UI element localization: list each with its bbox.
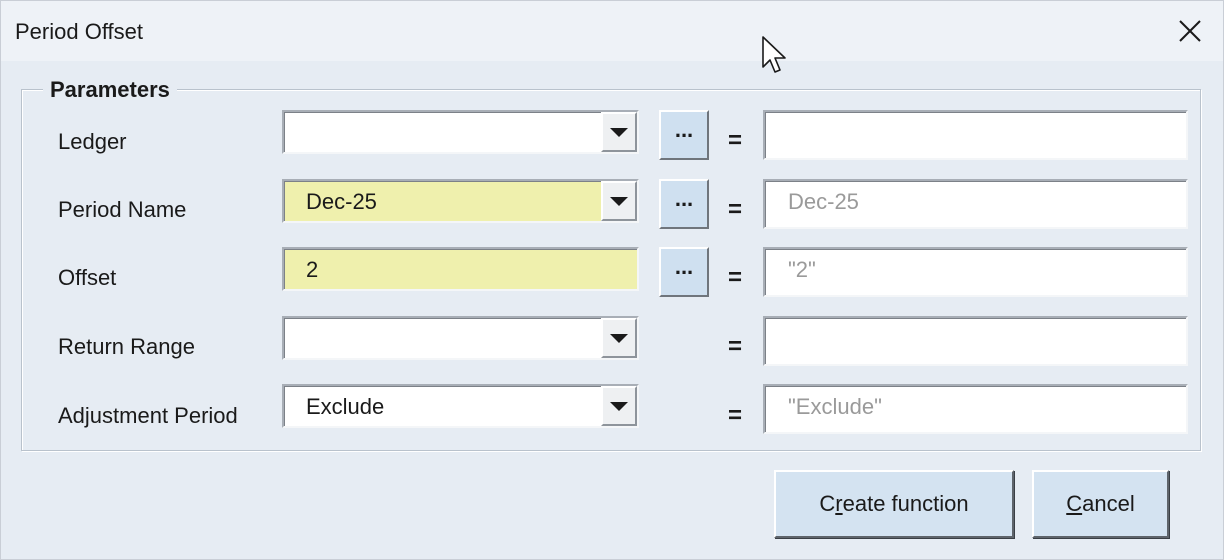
period-name-equals: = xyxy=(728,196,743,223)
create-function-label: Create function xyxy=(819,491,969,516)
adjustment-period-equals: = xyxy=(728,402,743,429)
period-name-dropdown-button[interactable] xyxy=(601,181,637,221)
adjustment-period-value: Exclude xyxy=(306,394,385,419)
offset-equals: = xyxy=(728,264,743,291)
adjustment-period-result-value: "Exclude" xyxy=(788,394,882,419)
adjustment-period-dropdown-button[interactable] xyxy=(601,386,637,426)
offset-input[interactable]: 2 xyxy=(282,247,639,291)
period-offset-dialog: Period Offset Parameters Ledger ... = Pe… xyxy=(0,0,1224,560)
period-name-result-value: Dec-25 xyxy=(788,189,859,214)
ledger-dropdown-button[interactable] xyxy=(601,112,637,152)
offset-label: Offset xyxy=(58,265,117,290)
return-range-equals: = xyxy=(728,333,743,360)
cancel-button[interactable]: Cancel xyxy=(1032,470,1169,538)
mouse-pointer-icon xyxy=(762,36,786,73)
return-range-label: Return Range xyxy=(58,334,195,359)
offset-result-field[interactable]: "2" xyxy=(763,247,1188,297)
ledger-label: Ledger xyxy=(58,129,127,154)
chevron-down-icon xyxy=(610,401,628,411)
period-name-value: Dec-25 xyxy=(306,189,377,214)
return-range-combobox[interactable] xyxy=(282,316,639,360)
ledger-picker-button[interactable]: ... xyxy=(659,110,709,160)
cancel-label: Cancel xyxy=(1066,491,1135,516)
window-title: Period Offset xyxy=(15,19,143,44)
return-range-result-field[interactable] xyxy=(763,316,1188,366)
chevron-down-icon xyxy=(610,127,628,137)
chevron-down-icon xyxy=(610,333,628,343)
close-icon xyxy=(1179,20,1201,42)
offset-result-value: "2" xyxy=(788,257,816,282)
adjustment-period-label: Adjustment Period xyxy=(58,403,238,428)
period-name-result-field[interactable]: Dec-25 xyxy=(763,179,1188,229)
close-button[interactable] xyxy=(1169,11,1211,51)
ledger-combobox[interactable] xyxy=(282,110,639,154)
chevron-down-icon xyxy=(610,196,628,206)
offset-value: 2 xyxy=(306,257,319,282)
ledger-equals: = xyxy=(728,127,743,154)
period-name-combobox[interactable]: Dec-25 xyxy=(282,179,639,223)
period-name-label: Period Name xyxy=(58,197,187,222)
create-function-button[interactable]: Create function xyxy=(774,470,1014,538)
adjustment-period-result-field[interactable]: "Exclude" xyxy=(763,384,1188,434)
title-bar: Period Offset xyxy=(1,1,1223,61)
parameters-legend: Parameters xyxy=(43,77,177,103)
ledger-result-field[interactable] xyxy=(763,110,1188,160)
period-name-picker-button[interactable]: ... xyxy=(659,179,709,229)
offset-picker-button[interactable]: ... xyxy=(659,247,709,297)
return-range-dropdown-button[interactable] xyxy=(601,318,637,358)
adjustment-period-combobox[interactable]: Exclude xyxy=(282,384,639,428)
